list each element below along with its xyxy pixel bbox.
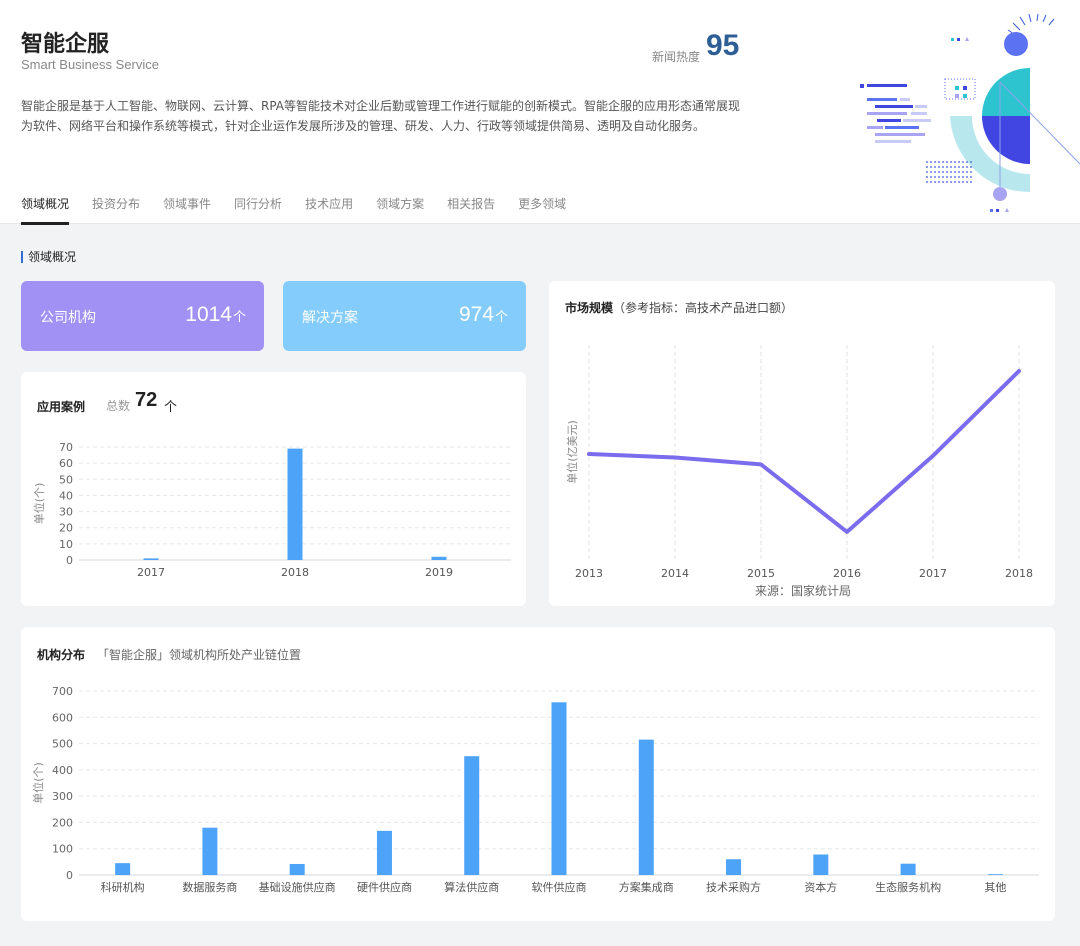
cases-card: 应用案例 总数 72 个 0 10 20 30 40 50 60 70 2017 2018 2019… — [21, 372, 526, 606]
y-tick-label: 300 — [52, 790, 73, 803]
data-point — [587, 452, 591, 456]
x-tick-label: 2016 — [833, 567, 861, 580]
bar — [202, 827, 218, 875]
bar — [726, 859, 742, 875]
org-card: 机构分布 「智能企服」领域机构所处产业链位置 0 100 200 300 400 500 6… — [21, 627, 1055, 921]
tab-solutions[interactable]: 领域方案 — [376, 190, 424, 224]
y-tick-label: 50 — [59, 473, 73, 486]
bar — [464, 756, 480, 875]
bar — [900, 863, 916, 875]
data-point — [845, 530, 849, 534]
bar — [431, 556, 447, 560]
x-tick-label: 硬件供应商 — [357, 880, 412, 894]
stat-company-label: 公司机构 — [40, 310, 96, 326]
bar — [638, 739, 654, 875]
y-tick-label: 200 — [52, 816, 73, 829]
tab-events[interactable]: 领域事件 — [163, 190, 211, 224]
bar — [813, 854, 829, 875]
domain-description: 智能企服是基于人工智能、物联网、云计算、RPA等智能技术对企业后勤或管理工作进行… — [21, 99, 741, 133]
tab-tech-application[interactable]: 技术应用 — [305, 190, 353, 224]
bar — [143, 558, 159, 560]
bar — [376, 830, 392, 875]
y-tick-label: 40 — [59, 489, 73, 502]
tab-investment[interactable]: 投资分布 — [92, 190, 140, 224]
page-title: 智能企服 — [21, 32, 110, 57]
bar — [289, 863, 305, 875]
y-tick-label: 700 — [52, 685, 73, 698]
market-source: 来源：国家统计局 — [755, 584, 852, 598]
y-tick-label: 0 — [66, 554, 73, 567]
y-tick-label: 600 — [52, 711, 73, 724]
x-tick-label: 算法供应商 — [444, 880, 499, 894]
x-tick-label: 基础设施供应商 — [259, 880, 336, 894]
bar — [287, 448, 303, 560]
x-tick-label: 其他 — [984, 881, 1006, 894]
y-tick-label: 10 — [59, 538, 73, 551]
y-tick-label: 0 — [66, 869, 73, 882]
data-point — [759, 462, 763, 466]
x-tick-label: 技术采购方 — [706, 880, 761, 894]
tab-overview[interactable]: 领域概况 — [21, 190, 70, 225]
stat-card-solution[interactable]: 解决方案 974个 — [283, 281, 526, 351]
x-tick-label: 2018 — [1005, 567, 1033, 580]
domain-illustration — [860, 14, 1080, 212]
bar — [115, 863, 131, 875]
x-tick-label: 2015 — [747, 567, 775, 580]
x-tick-label: 2018 — [281, 566, 309, 579]
section-label: 领域概况 — [21, 251, 76, 263]
x-tick-label: 数据服务商 — [182, 880, 237, 894]
x-tick-label: 2017 — [137, 566, 165, 579]
series-line — [587, 369, 1021, 534]
data-point — [931, 454, 935, 458]
bar — [551, 702, 567, 875]
x-tick-label: 科研机构 — [101, 880, 145, 894]
heat-value: 95 — [706, 29, 740, 62]
tab-bar: 领域概况 投资分布 领域事件 同行分析 技术应用 领域方案 相关报告 更多领域 — [21, 190, 589, 225]
stat-solution-value: 974个 — [458, 303, 508, 326]
x-tick-label: 2013 — [575, 567, 603, 580]
stat-solution-label: 解决方案 — [302, 310, 358, 326]
y-tick-label: 100 — [52, 843, 73, 856]
tab-more-domains[interactable]: 更多领域 — [518, 190, 566, 224]
y-axis-label: 单位(个) — [32, 483, 46, 525]
y-axis-label: 单位(个) — [31, 762, 45, 804]
page-subtitle: Smart Business Service — [21, 57, 159, 72]
y-axis-label: 单位(亿美元) — [565, 420, 579, 484]
heat-label: 新闻热度 — [652, 50, 701, 64]
x-tick-label: 2017 — [919, 567, 947, 580]
stat-company-value: 1014个 — [185, 303, 246, 326]
x-tick-label: 软件供应商 — [532, 880, 587, 894]
market-chart: 2013 2014 2015 2016 2017 2018 单位(亿美元) — [565, 345, 1033, 580]
x-tick-label: 方案集成商 — [619, 880, 674, 894]
y-tick-label: 20 — [59, 522, 73, 535]
data-point — [673, 456, 677, 459]
y-tick-label: 70 — [59, 441, 73, 454]
tab-reports[interactable]: 相关报告 — [447, 190, 495, 224]
x-tick-label: 生态服务机构 — [875, 880, 941, 894]
y-tick-label: 400 — [52, 764, 73, 777]
y-tick-label: 60 — [59, 457, 73, 470]
tab-peer-analysis[interactable]: 同行分析 — [234, 190, 282, 224]
stat-card-company[interactable]: 公司机构 1014个 — [21, 281, 264, 351]
x-tick-label: 资本方 — [804, 880, 837, 894]
header: 智能企服 Smart Business Service 新闻热度 95 智能企服… — [0, 0, 1080, 225]
y-tick-label: 500 — [52, 738, 73, 751]
y-tick-label: 30 — [59, 506, 73, 519]
market-card: 市场规模（参考指标：高技术产品进口额） 2013 2014 2015 2016 2017… — [549, 281, 1055, 606]
data-point — [1017, 369, 1021, 373]
org-chart: 0 100 200 300 400 500 600 700 科研机构 数据服务商 基础设施供应商 硬件… — [31, 685, 1039, 894]
x-tick-label: 2019 — [425, 566, 453, 579]
cases-chart: 0 10 20 30 40 50 60 70 2017 2018 2019 单位(个) — [32, 441, 511, 579]
bar — [987, 874, 1003, 875]
x-tick-label: 2014 — [661, 567, 689, 580]
